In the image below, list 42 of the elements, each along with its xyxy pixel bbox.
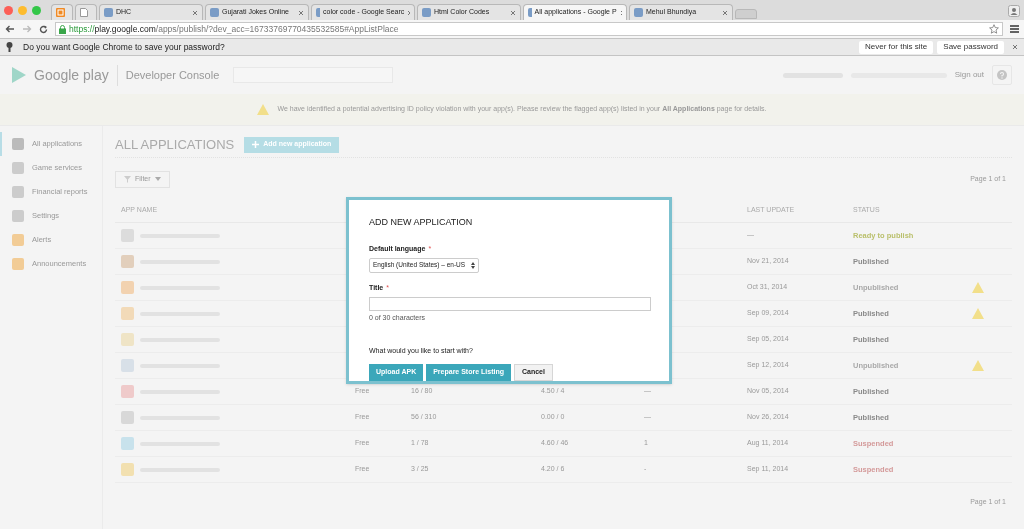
- password-button[interactable]: Never for this site: [859, 40, 934, 54]
- star-icon[interactable]: [989, 24, 999, 34]
- app-icon: [121, 359, 134, 372]
- menu-icon[interactable]: [1010, 25, 1019, 33]
- address-field[interactable]: https://play.google.com/apps/publish/?dev_acc=16733769770435532585#AppListPlace: [55, 22, 1003, 36]
- funnel-icon: [124, 175, 131, 183]
- lock-icon: [59, 24, 66, 34]
- help-icon: [997, 70, 1007, 80]
- square-icon: [12, 234, 24, 246]
- square-icon: [12, 162, 24, 174]
- password-button[interactable]: Save password: [937, 40, 1004, 54]
- app-icon: [121, 229, 134, 242]
- browser-tab[interactable]: [75, 4, 97, 20]
- reload-icon[interactable]: [39, 24, 48, 34]
- app-icon: [121, 307, 134, 320]
- dialog-title: ADD NEW APPLICATION: [369, 216, 474, 229]
- app-icon: [121, 281, 134, 294]
- square-icon: [12, 258, 24, 270]
- app-icon: [121, 437, 134, 450]
- square-icon: [12, 138, 24, 150]
- play-logo-icon: [12, 67, 26, 83]
- key-icon: [6, 42, 13, 52]
- app-icon: [121, 333, 134, 346]
- brand-name: Google play: [34, 64, 118, 86]
- app-icon: [121, 255, 134, 268]
- app-icon: [121, 385, 134, 398]
- page-title: ALL APPLICATIONS: [115, 135, 235, 154]
- caret-icon: [154, 177, 161, 181]
- title-input[interactable]: [369, 297, 651, 311]
- square-icon: [12, 210, 24, 222]
- updown-arrows-icon: [471, 261, 475, 269]
- page-icon: [80, 8, 88, 17]
- url-text: https://play.google.com/apps/publish/?dev_acc=16733769770435532585#AppListPlace: [69, 22, 400, 36]
- back-icon[interactable]: [5, 25, 15, 33]
- profile-icon[interactable]: [1008, 5, 1020, 17]
- square-icon: [12, 186, 24, 198]
- plus-icon: [252, 141, 260, 148]
- password-prompt: Do you want Google Chrome to save your password?: [23, 40, 226, 54]
- product-name: Developer Console: [125, 67, 220, 83]
- warning-icon: [257, 104, 270, 115]
- app-icon: [121, 463, 134, 476]
- app-icon: [121, 411, 134, 424]
